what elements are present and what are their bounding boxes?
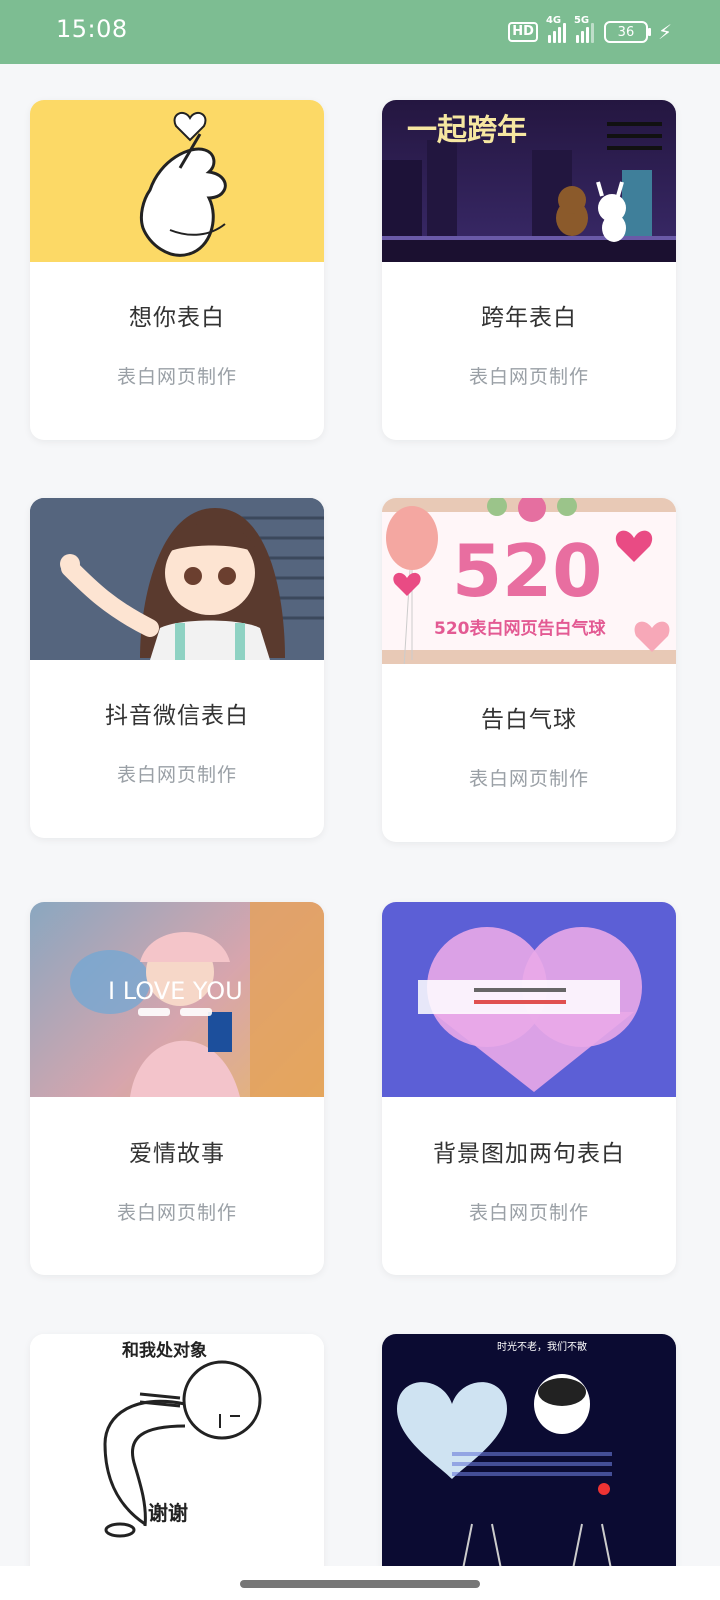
signal-5g-icon: 5G: [574, 15, 594, 43]
card-subtitle: 表白网页制作: [468, 1202, 589, 1224]
status-bar: 15:08 HD 4G 5G 36 ⚡: [0, 0, 720, 64]
hd-voice-icon: HD: [508, 22, 538, 42]
finger-heart-icon: [139, 111, 227, 257]
thumb-text: I LOVE YOU: [108, 977, 243, 1005]
thumb-text: 一起跨年: [407, 113, 527, 148]
card-thumbnail: 和我处对象 谢谢: [30, 1334, 324, 1574]
card-4[interactable]: 520 520表白网页告白气球 告白气球 表白网页制作: [382, 498, 676, 842]
card-thumbnail: 一起跨年: [382, 100, 676, 262]
card-thumbnail: 520 520表白网页告白气球: [382, 498, 676, 664]
card-thumbnail: [30, 100, 324, 262]
card-2[interactable]: 一起跨年 跨年表白 表白网页制作: [382, 100, 676, 440]
card-title: 告白气球: [481, 707, 577, 733]
card-5[interactable]: I LOVE YOU 爱情故事 表白网页制作: [30, 902, 324, 1275]
status-time: 15:08: [56, 15, 128, 43]
card-6[interactable]: 背景图加两句表白 表白网页制作: [382, 902, 676, 1275]
card-thumbnail: [382, 902, 676, 1097]
thumb-text: 520: [452, 529, 602, 613]
card-title: 抖音微信表白: [105, 703, 249, 729]
card-title: 爱情故事: [129, 1141, 225, 1167]
battery-icon: 36: [603, 21, 651, 43]
card-subtitle: 表白网页制作: [468, 366, 589, 388]
signal-4g-icon: 4G: [546, 15, 566, 43]
home-indicator[interactable]: [240, 1580, 480, 1588]
battery-level: 36: [617, 24, 635, 40]
charging-icon: ⚡: [657, 20, 672, 44]
thumb-text: 时光不老，我们不散: [497, 1340, 587, 1353]
card-subtitle: 表白网页制作: [116, 764, 237, 786]
card-subtitle: 表白网页制作: [468, 768, 589, 790]
card-3[interactable]: 抖音微信表白 表白网页制作: [30, 498, 324, 838]
thumb-caption: 520表白网页告白气球: [434, 618, 606, 639]
card-thumbnail: [30, 498, 324, 660]
card-subtitle: 表白网页制作: [116, 1202, 237, 1224]
card-1[interactable]: 想你表白 表白网页制作: [30, 100, 324, 440]
thumb-caption: 谢谢: [148, 1501, 188, 1525]
card-title: 想你表白: [129, 305, 225, 331]
status-icons: HD 4G 5G 36 ⚡: [508, 15, 672, 46]
template-grid: 想你表白 表白网页制作 一起跨年 跨年表白 表白网页制作 抖音微信表白 表白网页…: [0, 64, 720, 1574]
card-7[interactable]: 和我处对象 谢谢: [30, 1334, 324, 1574]
card-thumbnail: 时光不老，我们不散: [382, 1334, 676, 1574]
card-title: 背景图加两句表白: [433, 1141, 625, 1167]
card-thumbnail: I LOVE YOU: [30, 902, 324, 1097]
card-title: 跨年表白: [481, 305, 577, 331]
card-subtitle: 表白网页制作: [116, 366, 237, 388]
thumb-text: 和我处对象: [122, 1340, 207, 1361]
card-8[interactable]: 时光不老，我们不散: [382, 1334, 676, 1574]
